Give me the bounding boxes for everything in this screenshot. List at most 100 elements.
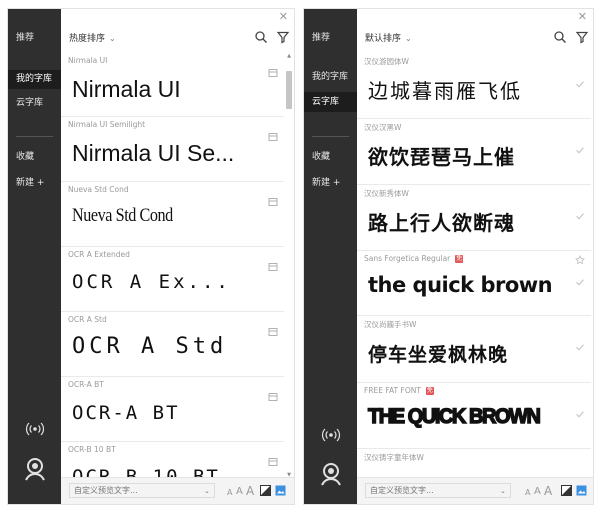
font-name: OCR-A BT xyxy=(68,380,104,389)
list-item[interactable]: Sans Forgetica Regular 免 the quick brown xyxy=(357,251,591,316)
check-icon[interactable] xyxy=(575,409,585,419)
save-icon[interactable] xyxy=(268,262,278,272)
sidebar: 推荐 我的字库 云字库 收藏 新建 + xyxy=(304,9,357,504)
font-name: OCR A Extended xyxy=(68,250,130,259)
sidebar-item-recommend[interactable]: 推荐 xyxy=(8,31,61,45)
toolbar: 热度排序 ⌄ xyxy=(61,27,294,49)
font-preview: 欲饮琵琶马上催 xyxy=(368,145,515,169)
font-name: Nueva Std Cond xyxy=(68,185,129,194)
font-list: Nirmala UI Nirmala UI Nirmala UI Semilig… xyxy=(61,53,284,478)
preview-text-input[interactable] xyxy=(365,483,511,498)
free-badge: 免 xyxy=(455,255,464,263)
font-size-large-button[interactable]: A xyxy=(544,484,552,498)
list-item[interactable]: 汉仪新秀体W 路上行人欲断魂 xyxy=(357,185,591,251)
list-item[interactable]: Nirmala UI Nirmala UI xyxy=(61,53,284,117)
chevron-down-icon: ⌄ xyxy=(405,34,412,43)
filter-icon[interactable] xyxy=(276,30,290,44)
image-icon[interactable] xyxy=(576,485,587,496)
save-icon[interactable] xyxy=(268,457,278,467)
list-item[interactable]: Nirmala UI Semilight Nirmala UI Se... xyxy=(61,117,284,182)
list-item[interactable]: FREE FAT FONT 免 THE QUICK BROWN xyxy=(357,383,591,449)
font-name: 汉仪游园体W xyxy=(364,57,409,66)
font-name: 汉仪铸字童年体W xyxy=(364,453,424,462)
font-size-small-button[interactable]: A xyxy=(227,488,232,497)
font-name-text: FREE FAT FONT xyxy=(364,386,421,395)
preview-text-input[interactable] xyxy=(69,483,215,498)
sidebar-item-favorites[interactable]: 收藏 xyxy=(8,150,61,164)
font-preview: 停车坐爱枫林晚 xyxy=(368,344,509,366)
sort-dropdown[interactable]: 默认排序 ⌄ xyxy=(365,31,412,44)
scroll-up-arrow[interactable]: ▲ xyxy=(286,53,292,59)
user-avatar-icon[interactable] xyxy=(8,457,61,485)
user-avatar-icon[interactable] xyxy=(304,462,357,490)
sidebar-divider xyxy=(312,136,349,137)
filter-icon[interactable] xyxy=(575,30,589,44)
main-area: ✕ 默认排序 ⌄ 汉仪游园体W 边城暮雨雁飞低 汉仪汉黑W 欲饮琵琶马上催 汉仪新… xyxy=(357,9,593,504)
font-size-medium-button[interactable]: A xyxy=(236,486,243,497)
font-list: 汉仪游园体W 边城暮雨雁飞低 汉仪汉黑W 欲饮琵琶马上催 汉仪新秀体W 路上行人… xyxy=(357,53,591,478)
font-name: FREE FAT FONT 免 xyxy=(364,386,434,395)
image-icon[interactable] xyxy=(275,485,286,496)
contrast-icon[interactable] xyxy=(260,485,271,496)
list-item[interactable]: 汉仪汉黑W 欲饮琵琶马上催 xyxy=(357,119,591,185)
scrollbar[interactable]: ▲ ▼ xyxy=(286,53,292,478)
chevron-down-icon[interactable]: ⌄ xyxy=(204,487,210,495)
free-badge: 免 xyxy=(425,387,434,395)
font-name: Nirmala UI Semilight xyxy=(68,120,146,129)
list-item[interactable]: OCR-B 10 BT OCR-B 10 BT xyxy=(61,442,284,478)
sidebar-item-new[interactable]: 新建 + xyxy=(304,176,357,190)
sidebar-item-favorites[interactable]: 收藏 xyxy=(304,150,357,164)
font-size-small-button[interactable]: A xyxy=(525,488,530,497)
check-icon[interactable] xyxy=(575,277,585,287)
save-icon[interactable] xyxy=(268,197,278,207)
search-icon[interactable] xyxy=(254,30,268,44)
search-icon[interactable] xyxy=(553,30,567,44)
font-name: OCR-B 10 BT xyxy=(68,445,116,454)
list-item[interactable]: OCR-A BT OCR-A BT xyxy=(61,377,284,442)
bottom-toolbar: ⌄ A A A xyxy=(61,477,294,504)
sidebar-item-my-fonts[interactable]: 我的字库 xyxy=(8,70,61,89)
check-icon[interactable] xyxy=(575,79,585,89)
chevron-down-icon[interactable]: ⌄ xyxy=(500,487,506,495)
font-name-text: Sans Forgetica Regular xyxy=(364,254,451,263)
save-icon[interactable] xyxy=(268,68,278,78)
font-size-large-button[interactable]: A xyxy=(246,484,254,498)
list-item[interactable]: OCR A Std OCR A Std xyxy=(61,312,284,377)
list-item[interactable]: 汉仪尚巍手书W 停车坐爱枫林晚 xyxy=(357,316,591,383)
list-item[interactable]: OCR A Extended OCR A Ex... xyxy=(61,247,284,312)
check-icon[interactable] xyxy=(575,211,585,221)
list-item[interactable]: Nueva Std Cond Nueva Std Cond xyxy=(61,182,284,247)
font-size-medium-button[interactable]: A xyxy=(534,486,541,497)
font-preview: THE QUICK BROWN xyxy=(367,404,541,429)
font-name: Sans Forgetica Regular 免 xyxy=(364,254,464,263)
list-item[interactable]: 汉仪游园体W 边城暮雨雁飞低 xyxy=(357,53,591,119)
font-name: OCR A Std xyxy=(68,315,107,324)
check-icon[interactable] xyxy=(575,342,585,352)
star-icon[interactable] xyxy=(575,255,585,265)
broadcast-icon[interactable] xyxy=(8,421,61,440)
font-preview: Nirmala UI xyxy=(72,76,181,102)
save-icon[interactable] xyxy=(268,392,278,402)
close-icon[interactable]: ✕ xyxy=(279,10,288,23)
font-preview: the quick brown xyxy=(368,273,553,297)
scroll-thumb[interactable] xyxy=(286,71,292,109)
save-icon[interactable] xyxy=(268,327,278,337)
save-icon[interactable] xyxy=(268,132,278,142)
sidebar-divider xyxy=(16,136,53,137)
list-item[interactable]: 汉仪铸字童年体W xyxy=(357,449,591,478)
sort-label: 热度排序 xyxy=(69,34,106,44)
sort-dropdown[interactable]: 热度排序 ⌄ xyxy=(69,31,116,44)
sidebar-item-my-fonts[interactable]: 我的字库 xyxy=(304,70,357,84)
sidebar-item-cloud-fonts[interactable]: 云字库 xyxy=(8,96,61,110)
sidebar-item-cloud-fonts[interactable]: 云字库 xyxy=(304,92,357,112)
font-manager-window-1: 推荐 我的字库 云字库 收藏 新建 + ✕ 热度排序 ⌄ Nirmala UI N… xyxy=(7,8,295,505)
check-icon[interactable] xyxy=(575,145,585,155)
sidebar-item-recommend[interactable]: 推荐 xyxy=(304,31,357,45)
close-icon[interactable]: ✕ xyxy=(578,10,587,23)
font-preview: OCR A Ex... xyxy=(72,271,231,293)
sidebar-item-new[interactable]: 新建 + xyxy=(8,176,61,190)
font-preview: OCR A Std xyxy=(72,334,228,359)
contrast-icon[interactable] xyxy=(561,485,572,496)
sidebar: 推荐 我的字库 云字库 收藏 新建 + xyxy=(8,9,61,504)
broadcast-icon[interactable] xyxy=(304,427,357,446)
